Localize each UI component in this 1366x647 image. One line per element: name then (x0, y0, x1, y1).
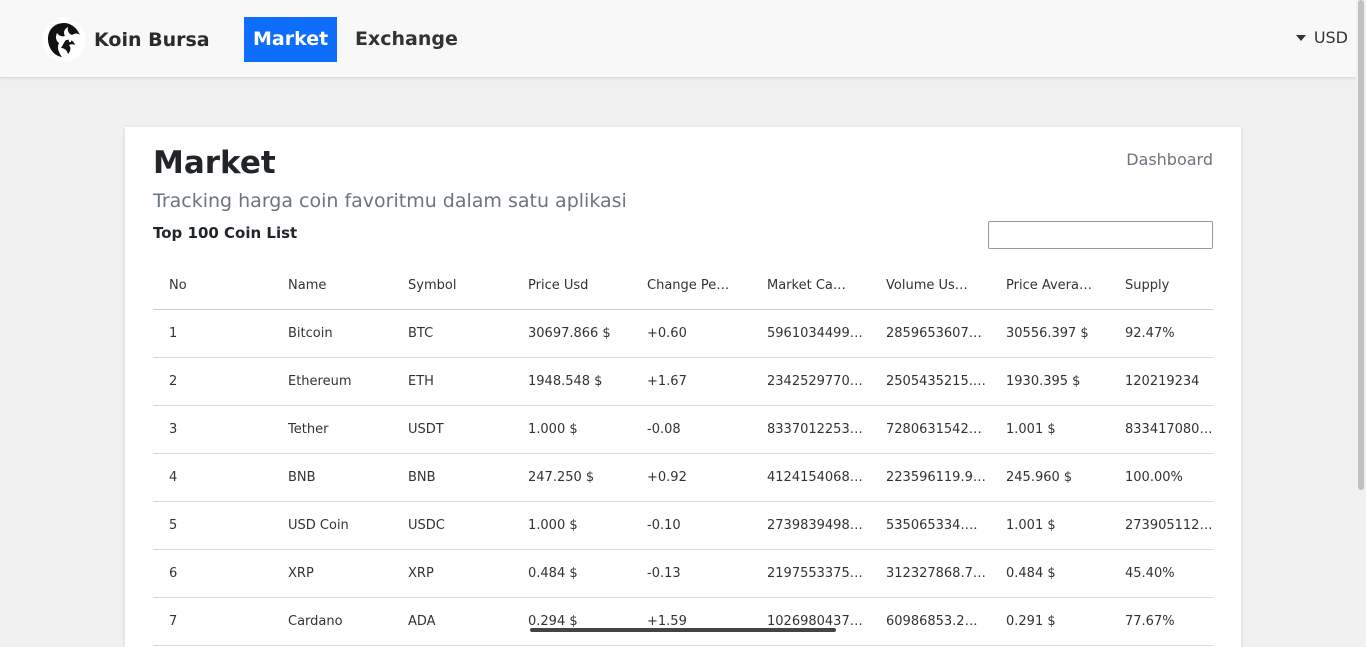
caret-down-icon (1295, 34, 1306, 41)
table-row[interactable]: 5 USD Coin USDC 1.000 $ -0.10 2739839498… 5350… (153, 501, 1213, 550)
cell-symbol: BNB (392, 453, 512, 502)
cell-symbol: USDT (392, 405, 512, 454)
header-name[interactable]: Name (272, 261, 392, 310)
cell-price-usd: 1948.548 $ (512, 357, 631, 406)
cell-no: 2 (153, 357, 272, 406)
cell-symbol: XRP (392, 549, 512, 598)
cell-price-average: 0.484 $ (990, 549, 1109, 598)
cell-name: Cardano (272, 597, 392, 646)
cell-price-average: 245.960 $ (990, 453, 1109, 502)
brand-name: Koin Bursa (94, 29, 210, 51)
cell-name: XRP (272, 549, 392, 598)
cell-name: Bitcoin (272, 309, 392, 358)
cell-supply: 120219234 (1109, 357, 1213, 406)
cell-supply: 92.47% (1109, 309, 1213, 358)
header-supply[interactable]: Supply (1109, 261, 1213, 310)
cell-market-cap: 2197553375… (751, 549, 870, 598)
cell-name: BNB (272, 453, 392, 502)
cell-price-average: 1930.395 $ (990, 357, 1109, 406)
cell-name: Ethereum (272, 357, 392, 406)
cell-no: 7 (153, 597, 272, 646)
cell-price-usd: 1.000 $ (512, 501, 631, 550)
table-row[interactable]: 6 XRP XRP 0.484 $ -0.13 2197553375… 312327868.… (153, 549, 1213, 598)
cell-market-cap: 4124154068… (751, 453, 870, 502)
cell-price-average: 1.001 $ (990, 405, 1109, 454)
vertical-scrollbar[interactable] (1356, 0, 1366, 632)
table-row[interactable]: 3 Tether USDT 1.000 $ -0.08 8337012253… 728063… (153, 405, 1213, 454)
header-volume-usd[interactable]: Volume Us… (870, 261, 990, 310)
cell-market-cap: 2342529770… (751, 357, 870, 406)
cell-volume-usd: 2859653607… (870, 309, 990, 358)
table-row[interactable]: 2 Ethereum ETH 1948.548 $ +1.67 2342529770… 25… (153, 357, 1213, 406)
coin-list-title: Top 100 Coin List (153, 224, 298, 242)
cell-supply: 45.40% (1109, 549, 1213, 598)
table-header-row: No Name Symbol Price Usd Change Pe… Market Ca… (153, 261, 1213, 310)
search-input[interactable] (988, 221, 1213, 249)
table-row[interactable]: 1 Bitcoin BTC 30697.866 $ +0.60 5961034499… 28… (153, 309, 1213, 358)
cell-change-percent: -0.08 (631, 405, 751, 454)
top-navbar: Koin Bursa Market Exchange USD (0, 0, 1356, 78)
cell-volume-usd: 60986853.2… (870, 597, 990, 646)
cell-change-percent: +0.60 (631, 309, 751, 358)
header-price-average[interactable]: Price Avera… (990, 261, 1109, 310)
cell-price-usd: 30697.866 $ (512, 309, 631, 358)
page-title: Market (153, 145, 276, 181)
cell-change-percent: -0.10 (631, 501, 751, 550)
cell-market-cap: 1026980437… (751, 597, 870, 646)
market-card: Market Dashboard Tracking harga coin fav… (125, 127, 1241, 647)
cell-symbol: ADA (392, 597, 512, 646)
header-market-cap[interactable]: Market Ca… (751, 261, 870, 310)
cell-change-percent: +1.59 (631, 597, 751, 646)
cell-change-percent: +0.92 (631, 453, 751, 502)
lion-logo-icon (42, 18, 86, 62)
cell-symbol: USDC (392, 501, 512, 550)
cell-supply: 83341708027 (1109, 405, 1213, 454)
breadcrumb-dashboard[interactable]: Dashboard (1126, 150, 1213, 169)
cell-price-usd: 0.294 $ (512, 597, 631, 646)
cell-name: USD Coin (272, 501, 392, 550)
cell-supply: 100.00% (1109, 453, 1213, 502)
cell-no: 1 (153, 309, 272, 358)
nav-exchange[interactable]: Exchange (346, 17, 467, 62)
table-row[interactable]: 7 Cardano ADA 0.294 $ +1.59 1026980437… 609868… (153, 597, 1213, 646)
page-subtitle: Tracking harga coin favoritmu dalam satu… (153, 190, 627, 212)
cell-market-cap: 2739839498… (751, 501, 870, 550)
header-change-percent[interactable]: Change Pe… (631, 261, 751, 310)
brand[interactable]: Koin Bursa (42, 18, 210, 62)
cell-no: 5 (153, 501, 272, 550)
header-symbol[interactable]: Symbol (392, 261, 512, 310)
header-no[interactable]: No (153, 261, 272, 310)
cell-volume-usd: 312327868.7… (870, 549, 990, 598)
cell-price-usd: 0.484 $ (512, 549, 631, 598)
cell-symbol: ETH (392, 357, 512, 406)
cell-price-usd: 247.250 $ (512, 453, 631, 502)
cell-no: 6 (153, 549, 272, 598)
cell-no: 3 (153, 405, 272, 454)
cell-volume-usd: 2505435215.… (870, 357, 990, 406)
cell-no: 4 (153, 453, 272, 502)
cell-change-percent: -0.13 (631, 549, 751, 598)
cell-name: Tether (272, 405, 392, 454)
cell-price-average: 0.291 $ (990, 597, 1109, 646)
table-row[interactable]: 4 BNB BNB 247.250 $ +0.92 4124154068… 22359611… (153, 453, 1213, 502)
cell-volume-usd: 223596119.9… (870, 453, 990, 502)
currency-label: USD (1313, 28, 1348, 47)
cell-supply: 27390511256 (1109, 501, 1213, 550)
cell-volume-usd: 7280631542… (870, 405, 990, 454)
cell-supply: 77.67% (1109, 597, 1213, 646)
cell-price-average: 1.001 $ (990, 501, 1109, 550)
cell-volume-usd: 535065334.… (870, 501, 990, 550)
nav-market[interactable]: Market (244, 17, 338, 62)
cell-price-average: 30556.397 $ (990, 309, 1109, 358)
cell-market-cap: 5961034499… (751, 309, 870, 358)
cell-market-cap: 8337012253… (751, 405, 870, 454)
cell-change-percent: +1.67 (631, 357, 751, 406)
coin-table: No Name Symbol Price Usd Change Pe… Market Ca… (153, 261, 1213, 646)
scrollbar-thumb[interactable] (1358, 0, 1364, 490)
cell-price-usd: 1.000 $ (512, 405, 631, 454)
currency-dropdown[interactable]: USD (1295, 28, 1348, 47)
horizontal-scrollbar[interactable] (530, 628, 836, 632)
cell-symbol: BTC (392, 309, 512, 358)
header-price-usd[interactable]: Price Usd (512, 261, 631, 310)
